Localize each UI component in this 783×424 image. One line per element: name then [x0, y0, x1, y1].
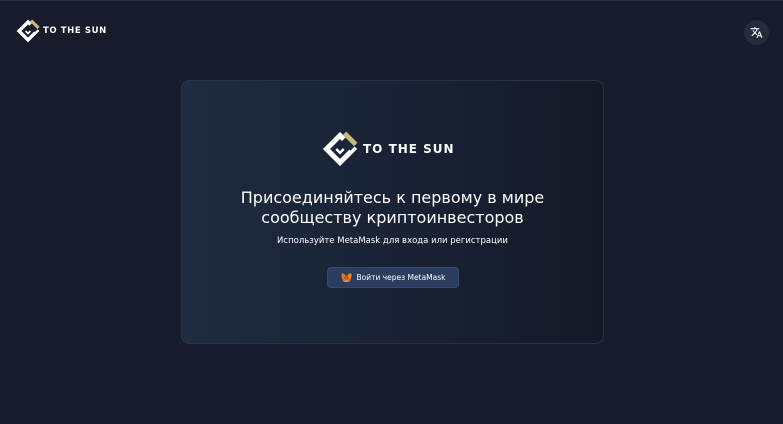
translate-icon: [750, 27, 763, 38]
page-title: Присоединяйтесь к первому в мире сообщес…: [182, 188, 603, 228]
subtitle: Используйте MetaMask для входа или регис…: [277, 236, 508, 246]
metamask-fox-icon: [340, 272, 352, 283]
title-line-1: Присоединяйтесь к первому в мире: [240, 188, 545, 207]
logo-diamond-icon: [322, 131, 358, 167]
title-line-2: сообществу криптоинвесторов: [261, 208, 524, 227]
card-logo: TO THE SUN: [322, 131, 455, 167]
header-logo-text: TO THE SUN: [43, 26, 107, 36]
metamask-login-button[interactable]: Войти через MetaMask: [327, 267, 459, 288]
metamask-login-label: Войти через MetaMask: [356, 273, 446, 282]
header-logo[interactable]: TO THE SUN: [16, 19, 107, 43]
logo-diamond-icon: [16, 19, 40, 43]
login-card: TO THE SUN Присоединяйтесь к первому в м…: [181, 80, 604, 344]
card-logo-text: TO THE SUN: [363, 142, 455, 156]
page: TO THE SUN TO THE SUN Присоединяйтесь к …: [0, 0, 783, 424]
language-switch-button[interactable]: [744, 20, 769, 45]
